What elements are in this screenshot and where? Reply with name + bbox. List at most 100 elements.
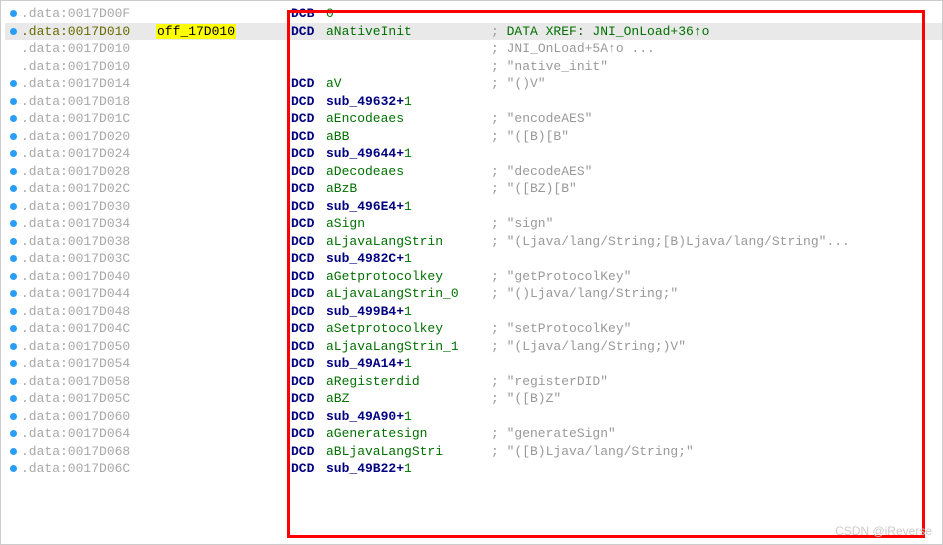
symbol[interactable]: aSetprotocolkey: [326, 321, 443, 336]
breakpoint-gutter[interactable]: [5, 80, 21, 87]
operand[interactable]: sub_499B4+1: [326, 304, 491, 319]
address[interactable]: .data:0017D040: [21, 269, 156, 284]
disasm-row[interactable]: .data:0017D064DCDaGeneratesign; "generat…: [5, 425, 942, 443]
symbol[interactable]: sub_49632: [326, 94, 396, 109]
disasm-row[interactable]: .data:0017D018DCDsub_49632+1: [5, 93, 942, 111]
disasm-row[interactable]: .data:0017D048DCDsub_499B4+1: [5, 303, 942, 321]
operand[interactable]: aSetprotocolkey: [326, 321, 491, 336]
symbol[interactable]: aBLjavaLangStri: [326, 444, 443, 459]
xref-link[interactable]: DATA XREF: JNI_OnLoad+36↑o: [507, 24, 710, 39]
operand[interactable]: sub_49A90+1: [326, 409, 491, 424]
address[interactable]: .data:0017D048: [21, 304, 156, 319]
operand[interactable]: aSign: [326, 216, 491, 231]
operand[interactable]: aLjavaLangStrin: [326, 234, 491, 249]
address[interactable]: .data:0017D068: [21, 444, 156, 459]
symbol[interactable]: aLjavaLangStrin_0: [326, 286, 459, 301]
operand[interactable]: sub_49B22+1: [326, 461, 491, 476]
breakpoint-gutter[interactable]: [5, 28, 21, 35]
address[interactable]: .data:0017D05C: [21, 391, 156, 406]
address[interactable]: .data:0017D03C: [21, 251, 156, 266]
disasm-row[interactable]: .data:0017D05CDCDaBZ; "([B)Z": [5, 390, 942, 408]
operand[interactable]: sub_49632+1: [326, 94, 491, 109]
address[interactable]: .data:0017D028: [21, 164, 156, 179]
disasm-row[interactable]: .data:0017D020DCDaBB; "([B)[B": [5, 128, 942, 146]
breakpoint-gutter[interactable]: [5, 413, 21, 420]
address[interactable]: .data:0017D01C: [21, 111, 156, 126]
disasm-row[interactable]: .data:0017D030DCDsub_496E4+1: [5, 198, 942, 216]
breakpoint-gutter[interactable]: [5, 360, 21, 367]
symbol[interactable]: sub_496E4: [326, 199, 396, 214]
disasm-row[interactable]: .data:0017D044DCDaLjavaLangStrin_0; "()L…: [5, 285, 942, 303]
xref-link[interactable]: JNI_OnLoad+5A↑o ...: [507, 41, 655, 56]
breakpoint-gutter[interactable]: [5, 115, 21, 122]
disasm-row[interactable]: .data:0017D054DCDsub_49A14+1: [5, 355, 942, 373]
symbol[interactable]: aNativeInit: [326, 24, 412, 39]
address[interactable]: .data:0017D010: [21, 41, 156, 56]
operand[interactable]: aV: [326, 76, 491, 91]
address[interactable]: .data:0017D06C: [21, 461, 156, 476]
symbol[interactable]: aDecodeaes: [326, 164, 404, 179]
breakpoint-gutter[interactable]: [5, 133, 21, 140]
address[interactable]: .data:0017D02C: [21, 181, 156, 196]
disasm-row[interactable]: .data:0017D014DCDaV; "()V": [5, 75, 942, 93]
operand[interactable]: sub_496E4+1: [326, 199, 491, 214]
symbol[interactable]: aRegisterdid: [326, 374, 420, 389]
disasm-row[interactable]: .data:0017D04CDCDaSetprotocolkey; "setPr…: [5, 320, 942, 338]
disasm-row[interactable]: .data:0017D024DCDsub_49644+1: [5, 145, 942, 163]
symbol[interactable]: aEncodeaes: [326, 111, 404, 126]
operand[interactable]: aGetprotocolkey: [326, 269, 491, 284]
breakpoint-gutter[interactable]: [5, 168, 21, 175]
operand[interactable]: aBzB: [326, 181, 491, 196]
breakpoint-gutter[interactable]: [5, 203, 21, 210]
address[interactable]: .data:0017D030: [21, 199, 156, 214]
address[interactable]: .data:0017D04C: [21, 321, 156, 336]
symbol[interactable]: aLjavaLangStrin_1: [326, 339, 459, 354]
address[interactable]: .data:0017D020: [21, 129, 156, 144]
breakpoint-gutter[interactable]: [5, 395, 21, 402]
operand[interactable]: aBZ: [326, 391, 491, 406]
breakpoint-gutter[interactable]: [5, 98, 21, 105]
disasm-row[interactable]: .data:0017D068DCDaBLjavaLangStri; "([B)L…: [5, 443, 942, 461]
address[interactable]: .data:0017D00F: [21, 6, 156, 21]
disasm-row[interactable]: .data:0017D028DCDaDecodeaes; "decodeAES": [5, 163, 942, 181]
breakpoint-gutter[interactable]: [5, 378, 21, 385]
breakpoint-gutter[interactable]: [5, 220, 21, 227]
disassembly-view[interactable]: .data:0017D00FDCB0.data:0017D010off_17D0…: [1, 1, 942, 482]
symbol[interactable]: aV: [326, 76, 342, 91]
address[interactable]: .data:0017D010: [21, 24, 156, 39]
operand[interactable]: sub_49A14+1: [326, 356, 491, 371]
symbol[interactable]: aGetprotocolkey: [326, 269, 443, 284]
operand[interactable]: aLjavaLangStrin_0: [326, 286, 491, 301]
label[interactable]: off_17D010: [156, 24, 291, 39]
operand[interactable]: aGeneratesign: [326, 426, 491, 441]
disasm-row[interactable]: .data:0017D03CDCDsub_4982C+1: [5, 250, 942, 268]
operand[interactable]: aBLjavaLangStri: [326, 444, 491, 459]
address[interactable]: .data:0017D058: [21, 374, 156, 389]
symbol[interactable]: sub_49A14: [326, 356, 396, 371]
address[interactable]: .data:0017D034: [21, 216, 156, 231]
address[interactable]: .data:0017D044: [21, 286, 156, 301]
symbol[interactable]: sub_499B4: [326, 304, 396, 319]
breakpoint-gutter[interactable]: [5, 273, 21, 280]
operand[interactable]: sub_49644+1: [326, 146, 491, 161]
symbol[interactable]: aBzB: [326, 181, 357, 196]
breakpoint-gutter[interactable]: [5, 185, 21, 192]
disasm-row[interactable]: .data:0017D050DCDaLjavaLangStrin_1; "(Lj…: [5, 338, 942, 356]
disasm-row[interactable]: .data:0017D034DCDaSign; "sign": [5, 215, 942, 233]
disasm-row[interactable]: .data:0017D01CDCDaEncodeaes; "encodeAES": [5, 110, 942, 128]
breakpoint-gutter[interactable]: [5, 448, 21, 455]
breakpoint-gutter[interactable]: [5, 308, 21, 315]
operand[interactable]: sub_4982C+1: [326, 251, 491, 266]
address[interactable]: .data:0017D060: [21, 409, 156, 424]
operand[interactable]: aEncodeaes: [326, 111, 491, 126]
breakpoint-gutter[interactable]: [5, 465, 21, 472]
address[interactable]: .data:0017D064: [21, 426, 156, 441]
address[interactable]: .data:0017D018: [21, 94, 156, 109]
address[interactable]: .data:0017D024: [21, 146, 156, 161]
disasm-row[interactable]: .data:0017D010; JNI_OnLoad+5A↑o ...: [5, 40, 942, 58]
symbol[interactable]: aLjavaLangStrin: [326, 234, 443, 249]
disasm-row[interactable]: .data:0017D058DCDaRegisterdid; "register…: [5, 373, 942, 391]
symbol[interactable]: aBZ: [326, 391, 349, 406]
operand[interactable]: aDecodeaes: [326, 164, 491, 179]
breakpoint-gutter[interactable]: [5, 10, 21, 17]
